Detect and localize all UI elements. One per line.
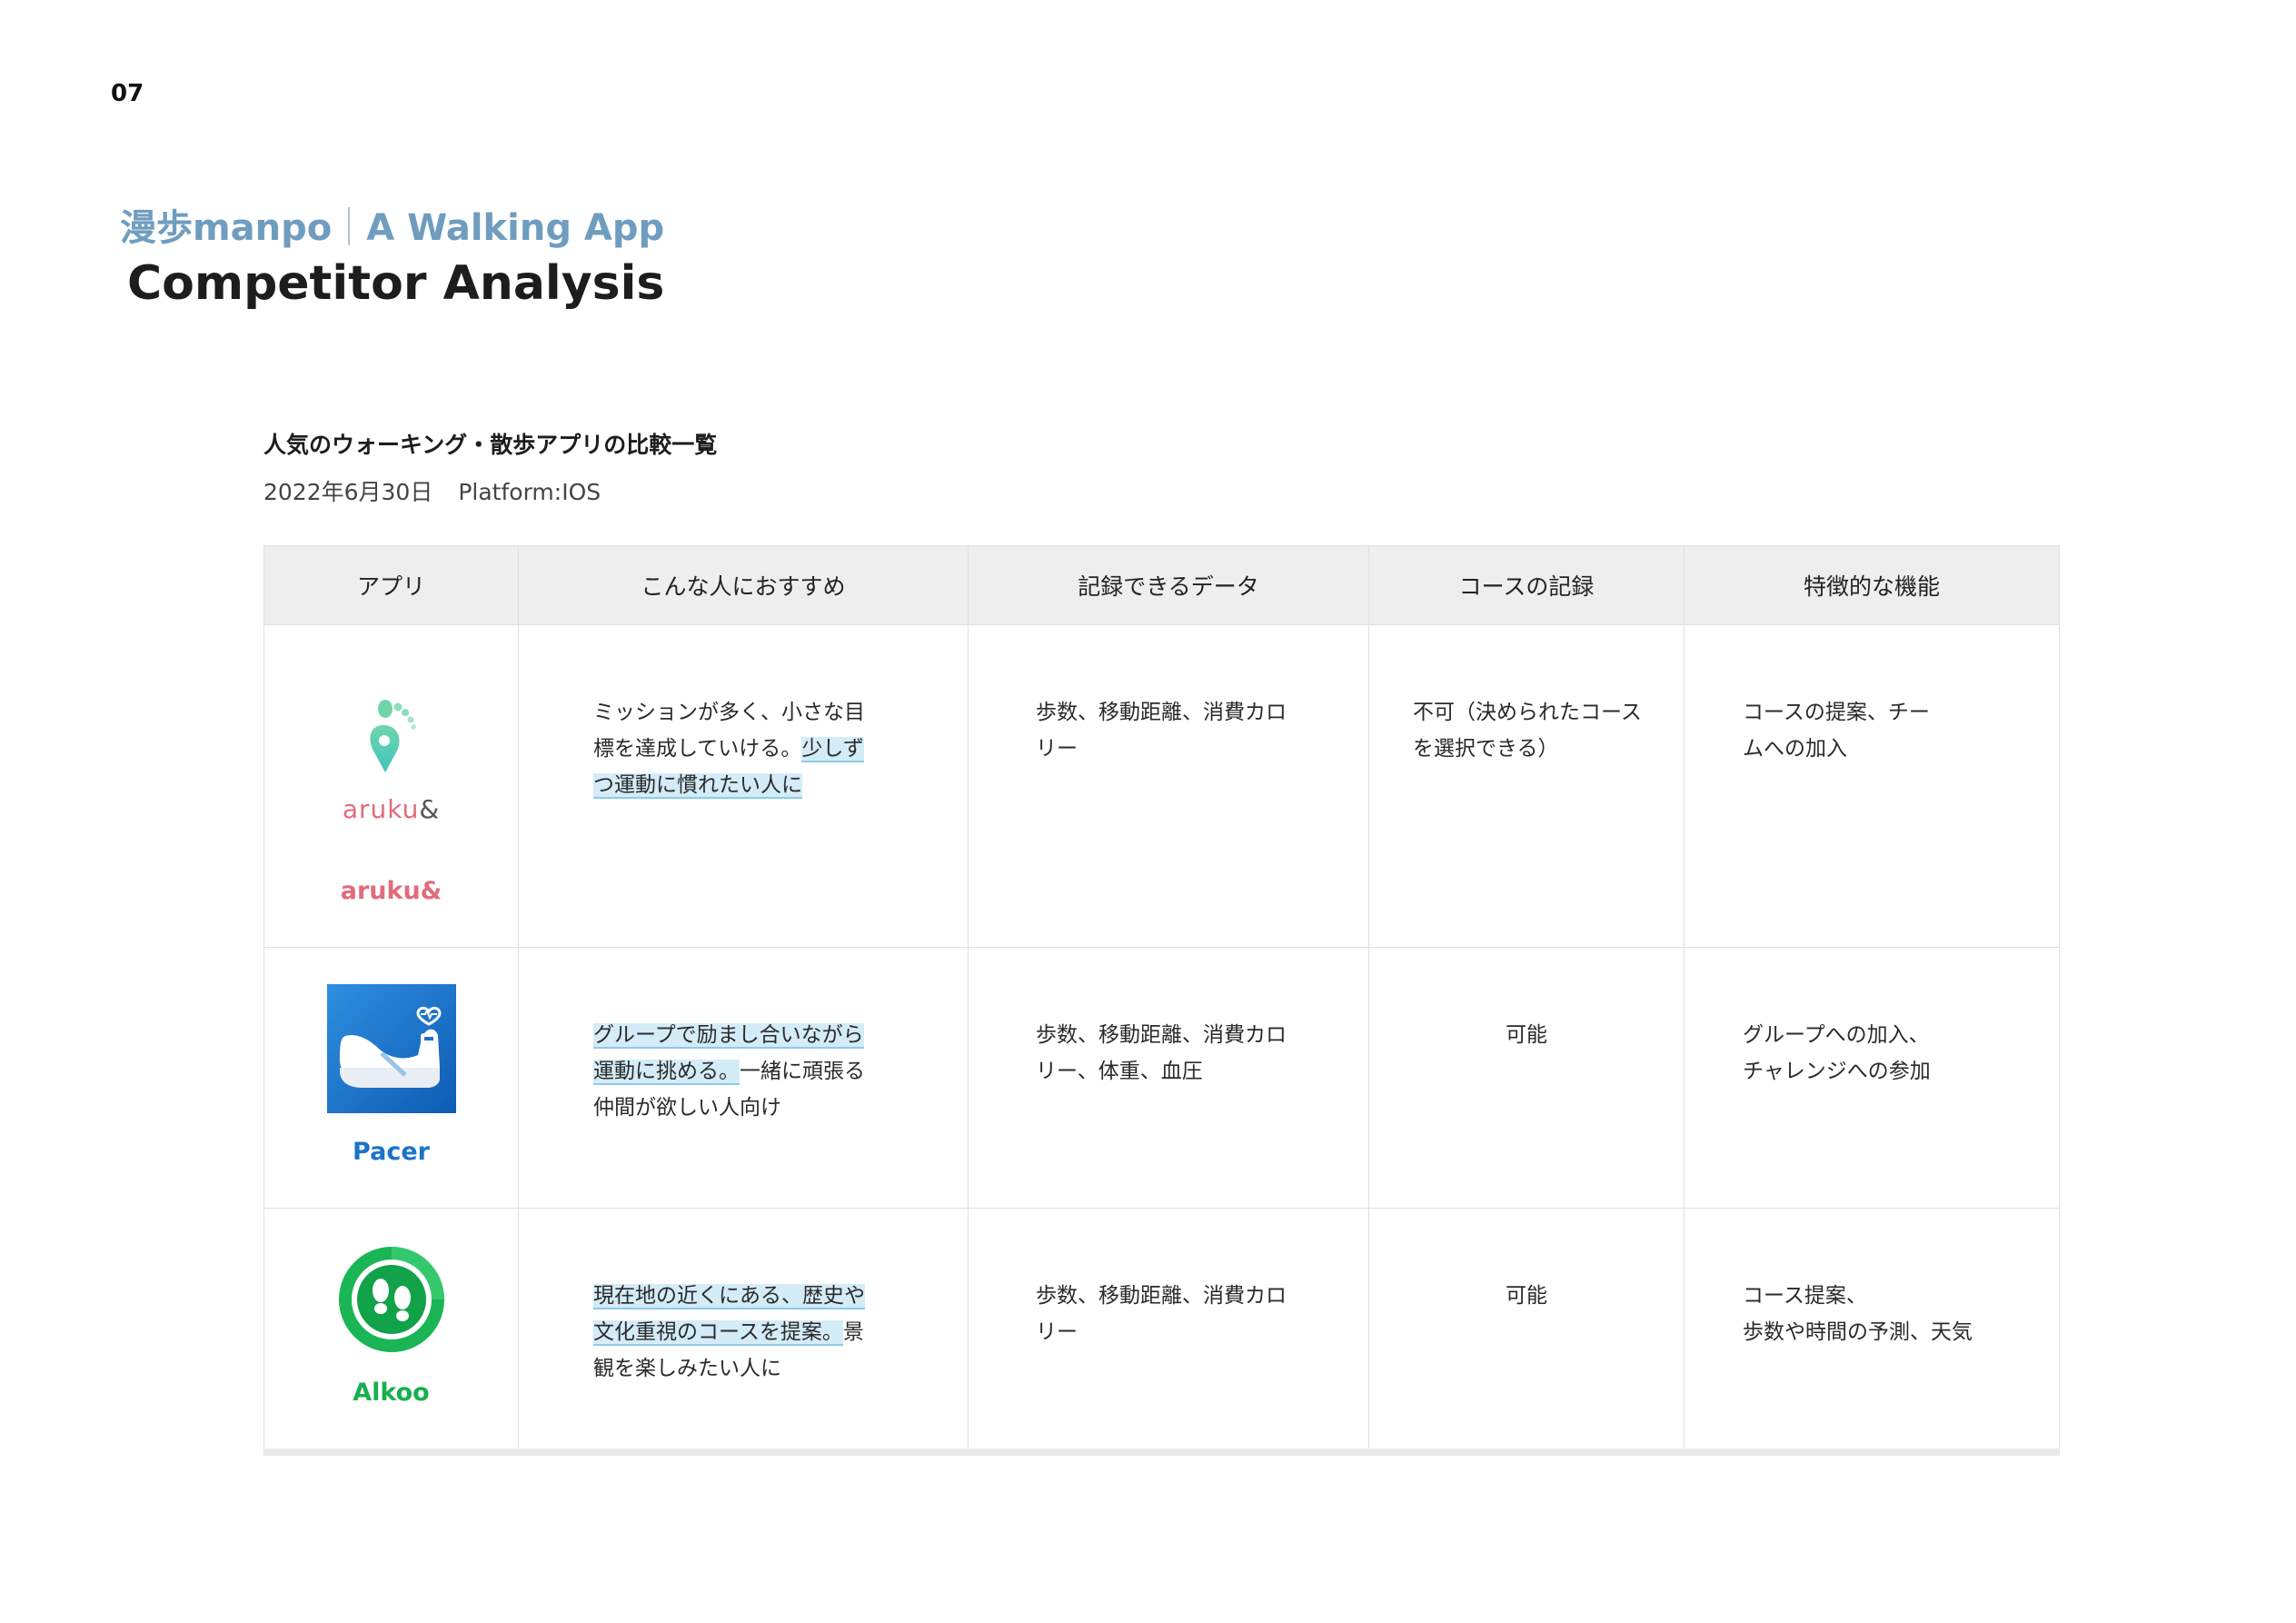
- table-platform: Platform:IOS: [458, 479, 601, 505]
- aruku-wordmark-text: aruku: [342, 794, 420, 824]
- data-cell: 歩数、移動距離、消費カロ リー、体重、血圧: [968, 947, 1369, 1209]
- table-heading: 人気のウォーキング・散歩アプリの比較一覧: [263, 432, 718, 458]
- table-meta: 2022年6月30日 Platform:IOS: [263, 474, 601, 507]
- app-cell-pacer: Pacer: [263, 947, 519, 1209]
- subtitle-divider: [348, 207, 351, 245]
- subtitle-app-name: 漫歩manpo: [120, 207, 333, 249]
- table-date: 2022年6月30日: [263, 479, 433, 505]
- recommend-cell: グループで励まし合いながら 運動に挑める。一緒に頑張る 仲間が欲しい人向け: [518, 947, 969, 1209]
- feature-cell: グループへの加入、 チャレンジへの参加: [1684, 947, 2060, 1209]
- aruku-logo: aruku&: [343, 662, 440, 864]
- feature-cell: コース提案、 歩数や時間の予測、天気: [1684, 1208, 2060, 1453]
- page-title: Competitor Analysis: [127, 256, 665, 311]
- app-name: aruku&: [340, 877, 442, 905]
- page-number: 07: [111, 80, 144, 107]
- data-cell: 歩数、移動距離、消費カロ リー: [968, 1208, 1369, 1453]
- header-app: アプリ: [263, 545, 519, 625]
- header-course: コースの記録: [1368, 545, 1685, 625]
- comparison-table: アプリ こんな人におすすめ 記録できるデータ コースの記録 特徴的な機能 aru…: [263, 545, 2060, 1456]
- header-recommend: こんな人におすすめ: [518, 545, 969, 625]
- app-cell-aruku: aruku& aruku&: [263, 624, 519, 948]
- feature-cell: コースの提案、チー ムへの加入: [1684, 624, 2060, 948]
- course-cell: 可能: [1368, 1208, 1685, 1453]
- table-row: Pacer グループで励まし合いながら 運動に挑める。一緒に頑張る 仲間が欲しい…: [263, 947, 2060, 1209]
- header-feature: 特徴的な機能: [1684, 545, 2060, 625]
- subtitle: 漫歩manpo A Walking App: [120, 198, 664, 251]
- subtitle-tagline: A Walking App: [366, 207, 665, 249]
- pacer-shoe-logo: [326, 984, 456, 1113]
- aruku-wordmark-amp: &: [419, 794, 441, 824]
- app-name: Alkoo: [353, 1379, 430, 1407]
- header-data: 記録できるデータ: [968, 545, 1369, 625]
- course-cell: 可能: [1368, 947, 1685, 1209]
- table-row: Alkoo 現在地の近くにある、歴史や 文化重視のコースを提案。景 観を楽しみた…: [263, 1208, 2060, 1453]
- aruku-wordmark: aruku&: [343, 792, 440, 828]
- table-header-row: アプリ こんな人におすすめ 記録できるデータ コースの記録 特徴的な機能: [263, 545, 2060, 625]
- table-row: aruku& aruku& ミッションが多く、小さな目 標を達成していける。少し…: [263, 624, 2060, 948]
- recommend-cell: ミッションが多く、小さな目 標を達成していける。少しず つ運動に慣れたい人に: [518, 624, 969, 948]
- data-cell: 歩数、移動距離、消費カロ リー: [968, 624, 1369, 948]
- app-cell-alkoo: Alkoo: [263, 1208, 519, 1453]
- course-cell: 不可（決められたコース を選択できる）: [1368, 624, 1685, 948]
- aruku-footprint-pin-logo: [370, 700, 417, 772]
- recommend-cell: 現在地の近くにある、歴史や 文化重視のコースを提案。景 観を楽しみたい人に: [518, 1208, 969, 1453]
- alkoo-footprints-logo: [338, 1247, 444, 1352]
- recommend-highlight: 現在地の近くにある、歴史や 文化重視のコースを提案。: [593, 1284, 865, 1346]
- app-name: Pacer: [353, 1138, 430, 1166]
